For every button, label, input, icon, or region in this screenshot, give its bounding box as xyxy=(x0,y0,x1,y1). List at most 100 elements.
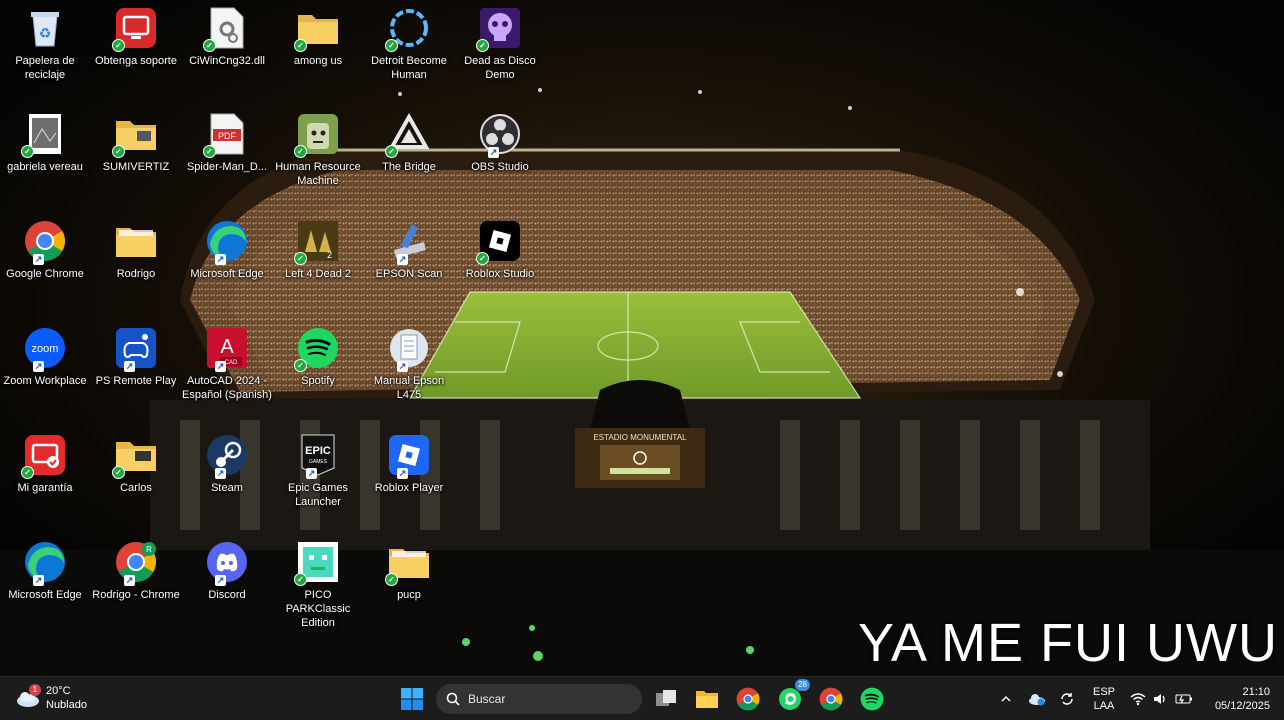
desktop-icon-steam[interactable]: ↗ Steam xyxy=(182,433,272,495)
desktop-icon-label: Zoom Workplace xyxy=(3,375,87,387)
sync-status-icon: ✓ xyxy=(385,39,398,52)
tray-sync-status[interactable] xyxy=(1059,677,1075,720)
desktop-icon-microsoft-edge-2[interactable]: ↗ Microsoft Edge xyxy=(0,540,90,602)
desktop-icon-label: Detroit Become Human xyxy=(371,55,447,81)
desktop-icon-recycle-bin[interactable]: ♻ Papelera de reciclaje xyxy=(0,6,90,82)
shortcut-arrow-icon: ↗ xyxy=(124,361,135,372)
desktop-icon-carlos-folder[interactable]: ✓ Carlos xyxy=(91,433,181,495)
taskbar-chrome-profile[interactable] xyxy=(734,685,762,713)
desktop-icon-pico-park[interactable]: ✓ PICO PARKClassic Edition xyxy=(273,540,363,630)
sync-status-icon: ✓ xyxy=(112,39,125,52)
desktop-icon-label: Rodrigo - Chrome xyxy=(92,589,180,601)
desktop-icon-label: Mi garantía xyxy=(17,482,73,494)
desktop-icon-obtenga-soporte[interactable]: ✓ Obtenga soporte xyxy=(91,6,181,68)
desktop-icon-epic-games[interactable]: EPIC GAMES ↗ Epic Games Launcher xyxy=(273,433,363,509)
start-button[interactable] xyxy=(400,687,424,711)
desktop-icon-label: gabriela vereau xyxy=(7,161,83,173)
chrome-profile-icon xyxy=(736,687,760,711)
folder-icon: ✓ xyxy=(112,112,158,158)
desktop-icon-rodrigo-folder[interactable]: Rodrigo xyxy=(91,219,181,281)
desktop-icon-label: Dead as Disco Demo xyxy=(464,55,536,81)
desktop-icon-mi-garantia[interactable]: ✓ Mi garantía xyxy=(0,433,90,495)
input-language-indicator[interactable]: ESP LAA xyxy=(1093,685,1115,713)
desktop-icon-label: Human Resource Machine xyxy=(275,161,361,187)
dead-as-disco-icon: ✓ xyxy=(476,6,522,52)
desktop-icon-label: Rodrigo xyxy=(116,268,156,280)
desktop-icon-detroit-become-human[interactable]: ✓ Detroit Become Human xyxy=(364,6,454,82)
shortcut-arrow-icon: ↗ xyxy=(124,575,135,586)
desktop-icon-gabriela-vereau[interactable]: ✓ gabriela vereau xyxy=(0,112,90,174)
sync-status-icon: ✓ xyxy=(294,145,307,158)
image-file-icon: ✓ xyxy=(21,112,67,158)
clock-date: 05/12/2025 xyxy=(1214,700,1270,712)
shortcut-arrow-icon: ↗ xyxy=(397,254,408,265)
sync-status-icon: ✓ xyxy=(203,145,216,158)
taskbar-clock[interactable]: 21:10 05/12/2025 xyxy=(1215,685,1270,713)
desktop-icon-google-chrome[interactable]: ↗ Google Chrome xyxy=(0,219,90,281)
svg-text:2: 2 xyxy=(327,250,332,260)
desktop-icon-epson-scan[interactable]: ↗ EPSON Scan xyxy=(364,219,454,281)
taskbar-chrome[interactable] xyxy=(817,685,845,713)
weather-condition: Nublado xyxy=(46,699,87,711)
taskbar: 1 20°C Nublado Buscar 28 ESP LAA 21:10 0… xyxy=(0,676,1284,720)
desktop-icon-rodrigo-chrome[interactable]: R ↗ Rodrigo - Chrome xyxy=(91,540,181,602)
edge-icon: ↗ xyxy=(205,219,249,265)
desktop-icon-among-us[interactable]: ✓ among us xyxy=(273,6,363,68)
desktop-icon-label: Spotify xyxy=(301,375,335,387)
tray-battery[interactable] xyxy=(1175,677,1193,720)
chrome-icon: ↗ xyxy=(23,219,67,265)
sync-status-icon: ✓ xyxy=(203,39,216,52)
desktop-icon-label: SUMIVERTIZ xyxy=(102,161,170,173)
taskbar-whatsapp[interactable]: 28 xyxy=(776,679,810,713)
folder-icon xyxy=(114,219,158,263)
tray-network[interactable] xyxy=(1130,677,1146,720)
desktop-icon-label: Steam xyxy=(211,482,243,494)
desktop-icon-sumivertiz[interactable]: ✓ SUMIVERTIZ xyxy=(91,112,181,174)
weather-widget[interactable]: 1 20°C Nublado xyxy=(14,684,87,712)
desktop-icon-label: CiWinCng32.dll xyxy=(189,55,265,67)
tray-onedrive[interactable] xyxy=(1028,677,1046,720)
wifi-icon xyxy=(1130,693,1146,706)
mi-garantia-icon: ✓ xyxy=(21,433,67,479)
taskbar-file-explorer[interactable] xyxy=(693,685,721,713)
desktop-icon-label: Discord xyxy=(208,589,246,601)
shortcut-arrow-icon: ↗ xyxy=(33,575,44,586)
desktop-icon-spider-man-pdf[interactable]: PDF ✓ Spider-Man_D... xyxy=(182,112,272,174)
desktop-icon-zoom[interactable]: zoom ↗ Zoom Workplace xyxy=(0,326,90,388)
shortcut-arrow-icon: ↗ xyxy=(33,254,44,265)
desktop-icon-left-4-dead-2[interactable]: 2 ✓ Left 4 Dead 2 xyxy=(273,219,363,281)
shortcut-arrow-icon: ↗ xyxy=(215,254,226,265)
desktop-icon-human-resource-machine[interactable]: ✓ Human Resource Machine xyxy=(273,112,363,188)
desktop-icon-discord[interactable]: ↗ Discord xyxy=(182,540,272,602)
desktop-icon-roblox-studio[interactable]: ✓ Roblox Studio xyxy=(455,219,545,281)
desktop-icon-obs-studio[interactable]: ↗ OBS Studio xyxy=(455,112,545,174)
svg-text:EPIC: EPIC xyxy=(305,445,331,457)
desktop-icon-label: AutoCAD 2024 - Español (Spanish) xyxy=(182,375,272,401)
desktop-icon-roblox-player[interactable]: ↗ Roblox Player xyxy=(364,433,454,495)
svg-text:A: A xyxy=(220,336,234,358)
desktop-icon-label: Epic Games Launcher xyxy=(288,482,348,508)
desktop-icon-ps-remote-play[interactable]: ↗ PS Remote Play xyxy=(91,326,181,388)
spotify-icon xyxy=(860,687,884,711)
desktop-icon-manual-epson[interactable]: ↗ Manual Epson L475 xyxy=(364,326,454,402)
weather-temperature: 20°C xyxy=(46,685,71,697)
taskbar-spotify[interactable] xyxy=(858,685,886,713)
folder-icon: ✓ xyxy=(294,6,340,52)
desktop-icon-microsoft-edge[interactable]: ↗ Microsoft Edge xyxy=(182,219,272,281)
tray-volume[interactable] xyxy=(1152,677,1168,720)
taskbar-search-box[interactable]: Buscar xyxy=(436,684,642,714)
human-resource-machine-icon: ✓ xyxy=(294,112,340,158)
desktop-icon-label: Roblox Player xyxy=(374,482,444,494)
desktop-icon-the-bridge[interactable]: ✓ The Bridge xyxy=(364,112,454,174)
desktop-icon-spotify[interactable]: ✓ Spotify xyxy=(273,326,363,388)
task-view-button[interactable] xyxy=(652,685,680,713)
desktop-icon-pucp-folder[interactable]: ✓ pucp xyxy=(364,540,454,602)
desktop-icon-dead-as-disco[interactable]: ✓ Dead as Disco Demo xyxy=(455,6,545,82)
desktop-icon-autocad[interactable]: A CAD ↗ AutoCAD 2024 - Español (Spanish) xyxy=(182,326,272,402)
pico-park-icon: ✓ xyxy=(294,540,340,586)
desktop-icon-label: Spider-Man_D... xyxy=(186,161,268,173)
desktop-icon-ciwincng32-dll[interactable]: ✓ CiWinCng32.dll xyxy=(182,6,272,68)
show-hidden-icons-button[interactable] xyxy=(1000,677,1012,720)
cloud-sync-icon xyxy=(1029,694,1045,706)
sync-status-icon: ✓ xyxy=(476,252,489,265)
